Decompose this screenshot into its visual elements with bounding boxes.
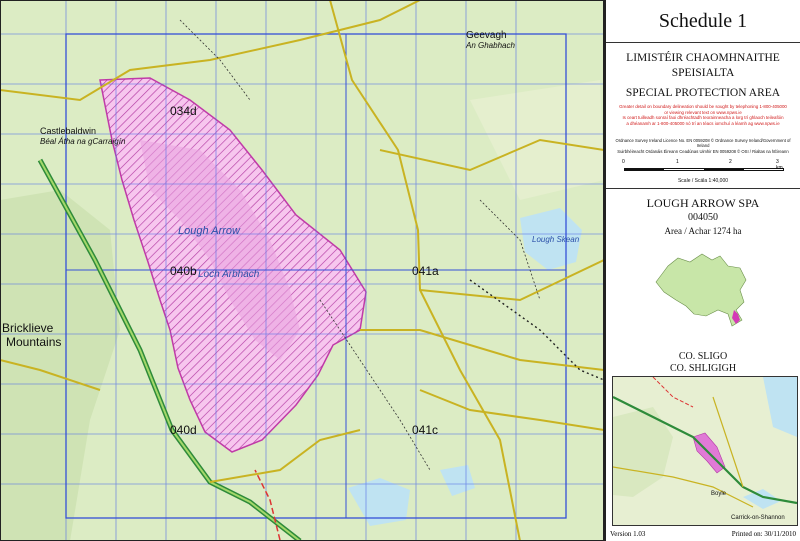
loch-arbhach-label: Loch Arbhach xyxy=(198,269,260,280)
licence-line: Ordnance Survey Ireland Licence No. EN 0… xyxy=(615,138,791,149)
castlebaldwin-label: Castlebaldwin xyxy=(40,126,96,136)
lough-skean-label: Lough Skean xyxy=(532,235,580,244)
divider xyxy=(606,188,800,189)
mountains-label: Mountains xyxy=(6,335,61,349)
map-view[interactable]: 034d 040b 041a 040d 041c Lough Arrow Loc… xyxy=(0,0,604,541)
scale-tick-2: 2 xyxy=(729,159,732,165)
divider xyxy=(606,42,800,43)
inset-overview-map[interactable]: Boyle Carrick-on-Shannon xyxy=(612,376,798,526)
schedule-title: Schedule 1 xyxy=(658,10,748,32)
page: 034d 040b 041a 040d 041c Lough Arrow Loc… xyxy=(0,0,800,541)
site-area: Area / Achar 1274 ha xyxy=(664,226,742,236)
version-text: Version 1.03 xyxy=(610,530,646,538)
inset-boyle-label: Boyle xyxy=(711,491,727,497)
scale-tick-0: 0 xyxy=(622,159,625,165)
sheet-label-041a: 041a xyxy=(412,264,439,278)
boundary-notice: Greater detail on boundary delineation s… xyxy=(610,104,796,126)
scale-bar: 0 1 2 3 km xyxy=(622,159,784,176)
site-name: LOUGH ARROW SPA xyxy=(646,196,760,210)
county-name-en: CO. SLIGO xyxy=(678,351,728,362)
lough-arrow-label: Lough Arrow xyxy=(178,225,241,237)
county-locator-map xyxy=(655,253,747,327)
licence-text: Ordnance Survey Ireland Licence No. EN 0… xyxy=(610,138,796,154)
sheet-label-040d: 040d xyxy=(170,423,197,437)
legend-panel: Schedule 1 LIMISTÉIR CHAOMHNAITHE SPEISI… xyxy=(604,0,800,541)
inset-carrick-label: Carrick-on-Shannon xyxy=(731,515,785,521)
irish-title-line1: LIMISTÉIR CHAOMHNAITHE xyxy=(626,52,780,64)
sheet-label-040b: 040b xyxy=(170,264,197,278)
county-name-ga: CO. SHLIGIGH xyxy=(669,363,737,374)
english-title: SPECIAL PROTECTION AREA xyxy=(625,87,781,99)
bricklieve-label: Bricklieve xyxy=(2,321,54,335)
geevagh-irish-label: An Ghabhach xyxy=(465,41,515,50)
irish-title-line2: SPEISIALTA xyxy=(671,67,735,79)
notice-line: a dhéanamh ar 1-800-405000 nó trí an téa… xyxy=(626,120,780,126)
sheet-label-034d: 034d xyxy=(170,104,197,118)
county-outline xyxy=(655,253,747,327)
scale-text: Scale / Scála 1:40,000 xyxy=(677,178,729,184)
scale-tick-3: 3 km xyxy=(776,159,783,171)
castlebaldwin-irish-label: Béal Átha na gCarraigín xyxy=(40,137,126,146)
scale-tick-1: 1 xyxy=(676,159,679,165)
sheet-label-041c: 041c xyxy=(412,423,438,437)
licence-line: Suirbhéireacht Ordanáis Éireann Ceadúnas… xyxy=(617,148,789,154)
notice-line: Greater detail on boundary delineation s… xyxy=(619,104,787,109)
site-code: 004050 xyxy=(688,212,718,223)
geevagh-label: Geevagh xyxy=(466,30,507,41)
printed-date: Printed on: 30/11/2010 xyxy=(731,530,796,538)
notice-line: Is ceart tuilleadh sonraí faoi dhréachta… xyxy=(622,115,784,121)
